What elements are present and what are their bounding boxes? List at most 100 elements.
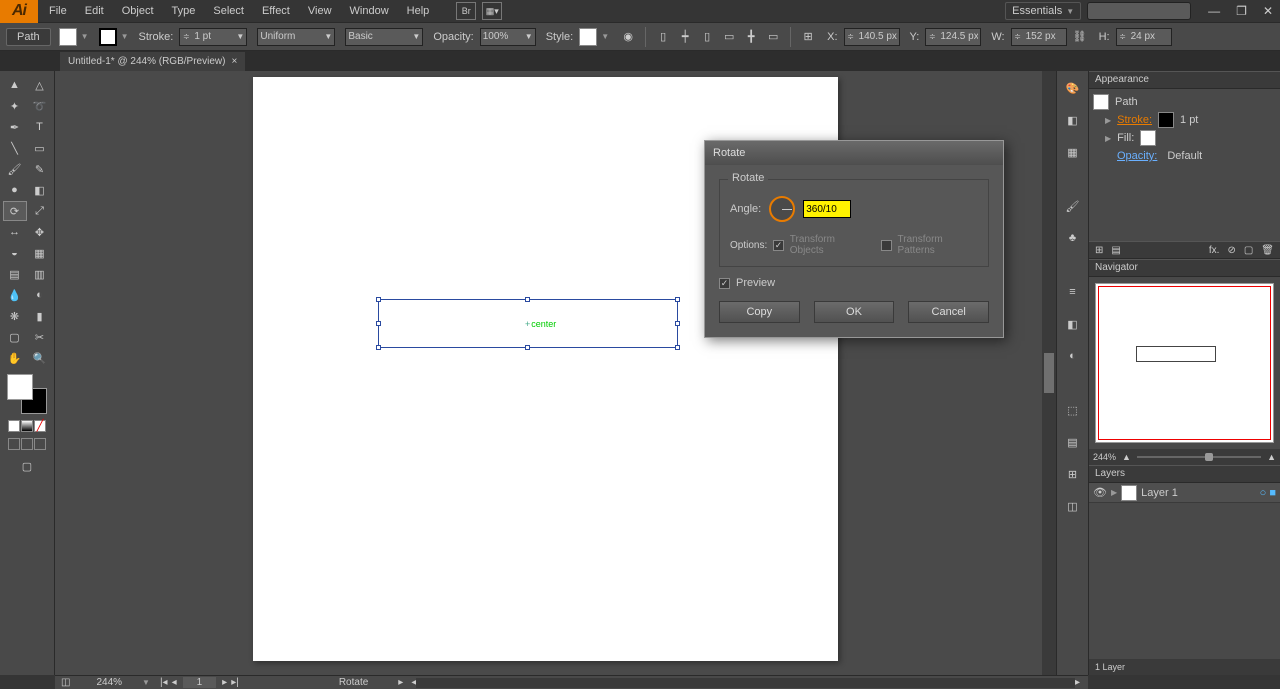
align-vcenter-icon[interactable]: ╋ xyxy=(742,28,760,46)
recolor-icon[interactable]: ◉ xyxy=(619,28,637,46)
preview-checkbox[interactable]: ✓ xyxy=(719,278,730,289)
menu-help[interactable]: Help xyxy=(398,1,439,21)
rotate-dialog-title[interactable]: Rotate xyxy=(705,141,1003,165)
layer-row[interactable]: 👁 ▶ Layer 1 ○ ■ xyxy=(1089,483,1280,503)
menu-window[interactable]: Window xyxy=(341,1,398,21)
navigator-zoom-slider[interactable] xyxy=(1137,456,1261,458)
draw-behind-icon[interactable] xyxy=(21,438,33,450)
new-appearance-icon[interactable]: ▢ xyxy=(1244,245,1253,256)
h-field[interactable]: ≑ xyxy=(1116,28,1172,46)
last-artboard-button[interactable]: ▸| xyxy=(231,677,239,688)
eyedropper-tool[interactable]: 💧 xyxy=(3,285,27,305)
paintbrush-tool[interactable]: 🖌 xyxy=(3,159,27,179)
artboard-nav-icon[interactable]: ◫ xyxy=(55,677,76,688)
slice-tool[interactable]: ✂ xyxy=(28,327,52,347)
gradient-panel-icon[interactable]: ◧ xyxy=(1062,313,1084,335)
fill-stroke-swatch[interactable] xyxy=(7,374,47,414)
menu-object[interactable]: Object xyxy=(113,1,163,21)
transform-patterns-checkbox[interactable] xyxy=(881,240,892,251)
draw-normal-icon[interactable] xyxy=(8,438,20,450)
fill-swatch[interactable] xyxy=(59,28,77,46)
opacity-field[interactable]: ▼ xyxy=(480,28,536,46)
link-whlock-icon[interactable]: ⛓ xyxy=(1071,28,1089,46)
transform-panel-icon[interactable]: ⊞ xyxy=(1062,463,1084,485)
column-graph-tool[interactable]: ▮ xyxy=(28,306,52,326)
cancel-button[interactable]: Cancel xyxy=(908,301,989,323)
status-menu-icon[interactable]: ▸ xyxy=(398,677,403,688)
scale-tool[interactable]: ⤢ xyxy=(28,201,52,221)
perspective-grid-tool[interactable]: ▦ xyxy=(28,243,52,263)
navigator-panel-title[interactable]: Navigator xyxy=(1089,259,1280,277)
symbol-sprayer-tool[interactable]: ❋ xyxy=(3,306,27,326)
graphic-styles-panel-icon[interactable]: ⬚ xyxy=(1062,399,1084,421)
align-hcenter-icon[interactable]: ┿ xyxy=(676,28,694,46)
align-panel-icon[interactable]: ▤ xyxy=(1062,431,1084,453)
zoom-in-icon[interactable]: ▲ xyxy=(1267,452,1276,462)
bridge-icon[interactable]: Br xyxy=(456,2,476,20)
align-left-icon[interactable]: ▯ xyxy=(654,28,672,46)
angle-dial[interactable] xyxy=(769,196,795,222)
x-field[interactable]: ≑ xyxy=(844,28,900,46)
swatches-panel-icon[interactable]: ▦ xyxy=(1062,141,1084,163)
align-right-icon[interactable]: ▯ xyxy=(698,28,716,46)
align-top-icon[interactable]: ▭ xyxy=(720,28,738,46)
visibility-toggle-icon[interactable]: 👁 xyxy=(1093,486,1107,499)
arrange-docs-icon[interactable]: ▦▾ xyxy=(482,2,502,20)
blob-brush-tool[interactable]: ● xyxy=(3,180,27,200)
none-mode-icon[interactable]: ╱ xyxy=(34,420,46,432)
y-field[interactable]: ≑ xyxy=(925,28,981,46)
menu-effect[interactable]: Effect xyxy=(253,1,299,21)
align-bottom-icon[interactable]: ▭ xyxy=(764,28,782,46)
line-tool[interactable]: ╲ xyxy=(3,138,27,158)
appearance-panel-title[interactable]: Appearance xyxy=(1089,71,1280,89)
width-tool[interactable]: ↔ xyxy=(3,222,27,242)
style-swatch[interactable] xyxy=(579,28,597,46)
screen-mode-icon[interactable]: ▢ xyxy=(15,456,39,476)
zoom-out-icon[interactable]: ▲ xyxy=(1122,452,1131,462)
variable-width-profile[interactable]: ▼ xyxy=(257,28,335,46)
color-panel-icon[interactable]: 🎨 xyxy=(1062,77,1084,99)
mesh-tool[interactable]: ▤ xyxy=(3,264,27,284)
magic-wand-tool[interactable]: ✦ xyxy=(3,96,27,116)
status-page-field[interactable]: 1 xyxy=(183,677,217,688)
document-tab[interactable]: Untitled-1* @ 244% (RGB/Preview) × xyxy=(60,52,245,71)
eraser-tool[interactable]: ◧ xyxy=(28,180,52,200)
appearance-fill-label[interactable]: Fill: xyxy=(1117,132,1134,144)
gradient-tool[interactable]: ▥ xyxy=(28,264,52,284)
blend-tool[interactable]: ◐ xyxy=(28,285,52,305)
color-mode-icon[interactable] xyxy=(8,420,20,432)
workspace-switcher[interactable]: Essentials ▼ xyxy=(1005,2,1081,20)
pen-tool[interactable]: ✒ xyxy=(3,117,27,137)
selection-tool[interactable]: ▲ xyxy=(3,75,27,95)
window-minimize-button[interactable]: — xyxy=(1205,4,1223,18)
tab-close-button[interactable]: × xyxy=(231,56,237,67)
layer-name-label[interactable]: Layer 1 xyxy=(1141,487,1178,499)
transform-ref-icon[interactable]: ⊞ xyxy=(799,28,817,46)
stroke-panel-icon[interactable]: ≡ xyxy=(1062,281,1084,303)
vertical-scrollbar[interactable] xyxy=(1042,71,1056,675)
type-tool[interactable]: T xyxy=(28,117,52,137)
appearance-stroke-label[interactable]: Stroke: xyxy=(1117,114,1152,126)
transparency-panel-icon[interactable]: ◐ xyxy=(1062,345,1084,367)
artboard-tool[interactable]: ▢ xyxy=(3,327,27,347)
window-close-button[interactable]: ✕ xyxy=(1260,4,1276,18)
draw-inside-icon[interactable] xyxy=(34,438,46,450)
brushes-panel-icon[interactable]: 🖌 xyxy=(1062,195,1084,217)
pencil-tool[interactable]: ✎ xyxy=(28,159,52,179)
free-transform-tool[interactable]: ✥ xyxy=(28,222,52,242)
next-artboard-button[interactable]: ▸ xyxy=(222,677,227,688)
direct-selection-tool[interactable]: △ xyxy=(28,75,52,95)
layers-panel-title[interactable]: Layers xyxy=(1089,465,1280,483)
rotate-tool[interactable]: ⟳ xyxy=(3,201,27,221)
stroke-swatch[interactable] xyxy=(99,28,117,46)
menu-select[interactable]: Select xyxy=(204,1,253,21)
prev-artboard-button[interactable]: ◂ xyxy=(172,677,177,688)
ok-button[interactable]: OK xyxy=(814,301,895,323)
lasso-tool[interactable]: ➰ xyxy=(28,96,52,116)
pathfinder-panel-icon[interactable]: ◫ xyxy=(1062,495,1084,517)
first-artboard-button[interactable]: |◂ xyxy=(160,677,168,688)
menu-edit[interactable]: Edit xyxy=(76,1,113,21)
menu-file[interactable]: File xyxy=(40,1,76,21)
char-panel-icon[interactable]: ⊞ xyxy=(1095,245,1103,256)
delete-appearance-icon[interactable]: 🗑 xyxy=(1261,245,1274,256)
